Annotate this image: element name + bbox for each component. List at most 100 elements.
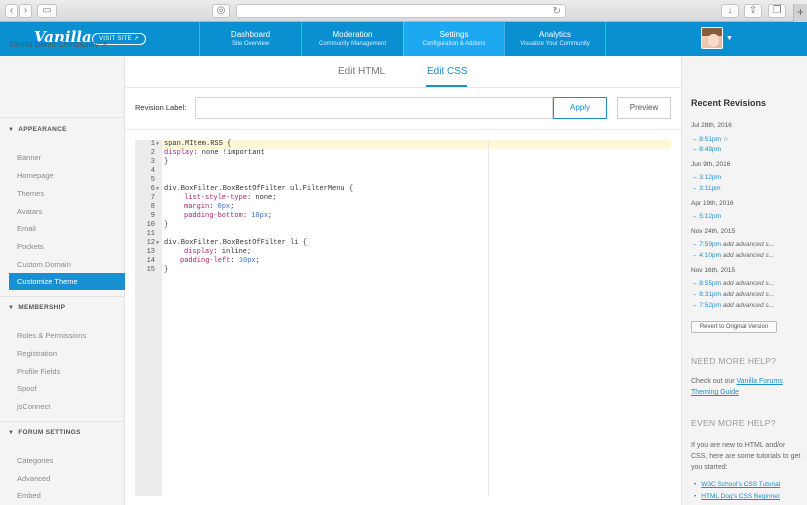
sidebar-item-pockets[interactable]: Pockets <box>17 242 44 251</box>
revision-link[interactable]: → 7:59pm add advanced s... <box>691 241 774 248</box>
sidebar-item-roles[interactable]: Roles & Permissions <box>17 331 86 340</box>
revision-date: Jul 28th, 2016 <box>691 122 732 129</box>
chevron-down-icon: ▼ <box>8 127 15 133</box>
code-line[interactable]: 12 ▼ div.BoxFilter.BoxBestOfFilter li { <box>135 239 671 248</box>
sidebar-item-homepage[interactable]: Homepage <box>17 171 54 180</box>
code-line[interactable]: 15} <box>135 266 671 275</box>
tutorial-link-w3c[interactable]: • W3C School's CSS Tutorial <box>694 481 780 488</box>
revert-to-original-button[interactable]: Revert to Original Version <box>691 321 777 333</box>
tab-edit-css[interactable]: Edit CSS <box>427 66 468 77</box>
revision-link[interactable]: → 7:52pm add advanced s... <box>691 302 774 309</box>
code-line[interactable]: 13 display: inline; <box>135 248 671 257</box>
revision-link[interactable]: → 4:10pm add advanced s... <box>691 252 774 259</box>
need-more-help-text: Check out our Vanilla Forums Theming Gui… <box>691 378 783 396</box>
tab-subtitle: Community Management <box>318 41 387 47</box>
revision-date: Nov 24th, 2015 <box>691 228 736 235</box>
sidebar-item-embed[interactable]: Embed <box>17 491 41 500</box>
fold-icon[interactable]: ▼ <box>156 140 159 149</box>
tab-dashboard[interactable]: Dashboard Site Overview <box>199 22 301 56</box>
top-navigation: Vanilla VISIT SITE ↗ Dashboard Site Over… <box>0 22 807 56</box>
sidebar-item-themes[interactable]: Themes <box>17 189 44 198</box>
editor-tabs <box>125 56 681 88</box>
revision-link[interactable]: → 8:51pm ☆ <box>691 135 729 143</box>
revision-link[interactable]: → 8:49pm <box>691 146 721 153</box>
extension-icon[interactable]: ◎ <box>212 4 230 18</box>
even-more-help-text: If you are new to HTML and/or CSS, here … <box>691 442 801 471</box>
code-line[interactable]: 11 <box>135 230 671 239</box>
need-more-help-title: NEED MORE HELP? <box>691 356 777 366</box>
revision-label: Revision Label: <box>135 103 187 112</box>
code-line[interactable]: 8 margin: 0px; <box>135 203 671 212</box>
sidebar-item-avatars[interactable]: Avatars <box>17 207 42 216</box>
active-tab-indicator <box>426 85 467 87</box>
tab-subtitle: Site Overview <box>231 41 269 47</box>
css-code-editor[interactable]: 1 ▼ span.MItem.RSS { 2 display: none !impor… <box>135 140 671 496</box>
section-appearance[interactable]: ▼ APPEARANCE <box>8 126 67 133</box>
address-bar[interactable]: ↻ <box>236 4 566 18</box>
section-membership[interactable]: ▼ MEMBERSHIP <box>8 304 65 311</box>
browser-toolbar: ‹ › ▭ ◎ ↻ ↓ ⇪ ❐ + <box>0 0 807 22</box>
sidebar-item-profile-fields[interactable]: Profile Fields <box>17 367 60 376</box>
sidebar-item-email[interactable]: Email <box>17 224 36 233</box>
code-line[interactable]: 4 <box>135 167 671 176</box>
new-tab-button[interactable]: + <box>793 4 807 22</box>
divider <box>0 296 125 297</box>
sidebar-item-registration[interactable]: Registration <box>17 349 57 358</box>
revision-link[interactable]: → 3:12pm <box>691 174 721 181</box>
section-forum-settings[interactable]: ▼ FORUM SETTINGS <box>8 429 81 436</box>
tab-settings[interactable]: Settings Configuration & Addons <box>403 22 504 56</box>
download-icon[interactable]: ↓ <box>721 4 739 18</box>
revision-link[interactable]: → 5:12pm <box>691 213 721 220</box>
reload-icon[interactable]: ↻ <box>553 5 561 18</box>
revision-date: Apr 19th, 2016 <box>691 200 734 207</box>
fold-icon[interactable]: ▼ <box>156 239 159 248</box>
tab-title: Moderation <box>332 30 373 39</box>
chevron-down-icon[interactable]: ▼ <box>726 35 733 42</box>
share-icon[interactable]: ⇪ <box>744 4 762 18</box>
tab-subtitle: Visualize Your Community <box>520 41 590 47</box>
tutorial-link-htmldog[interactable]: • HTML Dog's CSS Beginner <box>694 493 780 500</box>
sidebar-item-jsconnect[interactable]: jsConnect <box>17 402 50 411</box>
tabs-overview-icon[interactable]: ❐ <box>768 4 786 18</box>
fold-icon[interactable]: ▼ <box>156 185 159 194</box>
tab-moderation[interactable]: Moderation Community Management <box>301 22 403 56</box>
code-line[interactable]: 5 <box>135 176 671 185</box>
tab-title: Analytics <box>538 30 571 39</box>
apply-button[interactable]: Apply <box>553 97 607 119</box>
chevron-down-icon: ▼ <box>8 430 15 436</box>
revision-label-input[interactable] <box>195 97 553 119</box>
divider <box>0 421 125 422</box>
sidebar-item-customize-theme[interactable]: Customize Theme <box>9 273 125 290</box>
avatar[interactable] <box>701 27 723 49</box>
code-line[interactable]: 14 padding-left: 10px; <box>135 257 671 266</box>
sidebar-item-advanced[interactable]: Advanced <box>17 474 50 483</box>
sidebar-item-categories[interactable]: Categories <box>17 456 53 465</box>
revision-date: Jun 9th, 2016 <box>691 161 731 168</box>
recent-revisions-title: Recent Revisions <box>691 98 767 108</box>
community-link[interactable]: Vanilla Demo Community ↗ <box>9 40 108 49</box>
sidebar-item-banner[interactable]: Banner <box>17 153 41 162</box>
revision-date: Nov 16th, 2015 <box>691 267 736 274</box>
code-line[interactable]: 7 list-style-type: none; <box>135 194 671 203</box>
even-more-help-title: EVEN MORE HELP? <box>691 418 776 428</box>
revision-link[interactable]: → 8:55pm add advanced s... <box>691 280 774 287</box>
code-line[interactable]: 1 ▼ span.MItem.RSS { <box>135 140 671 149</box>
tab-analytics[interactable]: Analytics Visualize Your Community <box>504 22 606 56</box>
code-line[interactable]: 2 display: none !important <box>135 149 671 158</box>
sidebar-toggle-icon[interactable]: ▭ <box>37 4 57 18</box>
revision-link[interactable]: → 3:11pm <box>691 185 721 192</box>
code-line[interactable]: 10} <box>135 221 671 230</box>
back-button[interactable]: ‹ <box>5 4 18 18</box>
revision-link[interactable]: → 8:31pm add advanced s... <box>691 291 774 298</box>
code-line[interactable]: 6 ▼ div.BoxFilter.BoxBestOfFilter ul.Filte… <box>135 185 671 194</box>
tab-subtitle: Configuration & Addons <box>422 41 486 47</box>
code-line[interactable]: 3} <box>135 158 671 167</box>
sidebar-item-spoof[interactable]: Spoof <box>17 384 37 393</box>
sidebar-item-custom-domain[interactable]: Custom Domain <box>17 260 71 269</box>
divider <box>125 129 681 130</box>
tab-edit-html[interactable]: Edit HTML <box>338 66 385 77</box>
forward-button[interactable]: › <box>19 4 32 18</box>
divider <box>0 117 125 118</box>
code-line[interactable]: 9 padding-bottom: 10px; <box>135 212 671 221</box>
preview-button[interactable]: Preview <box>617 97 671 119</box>
